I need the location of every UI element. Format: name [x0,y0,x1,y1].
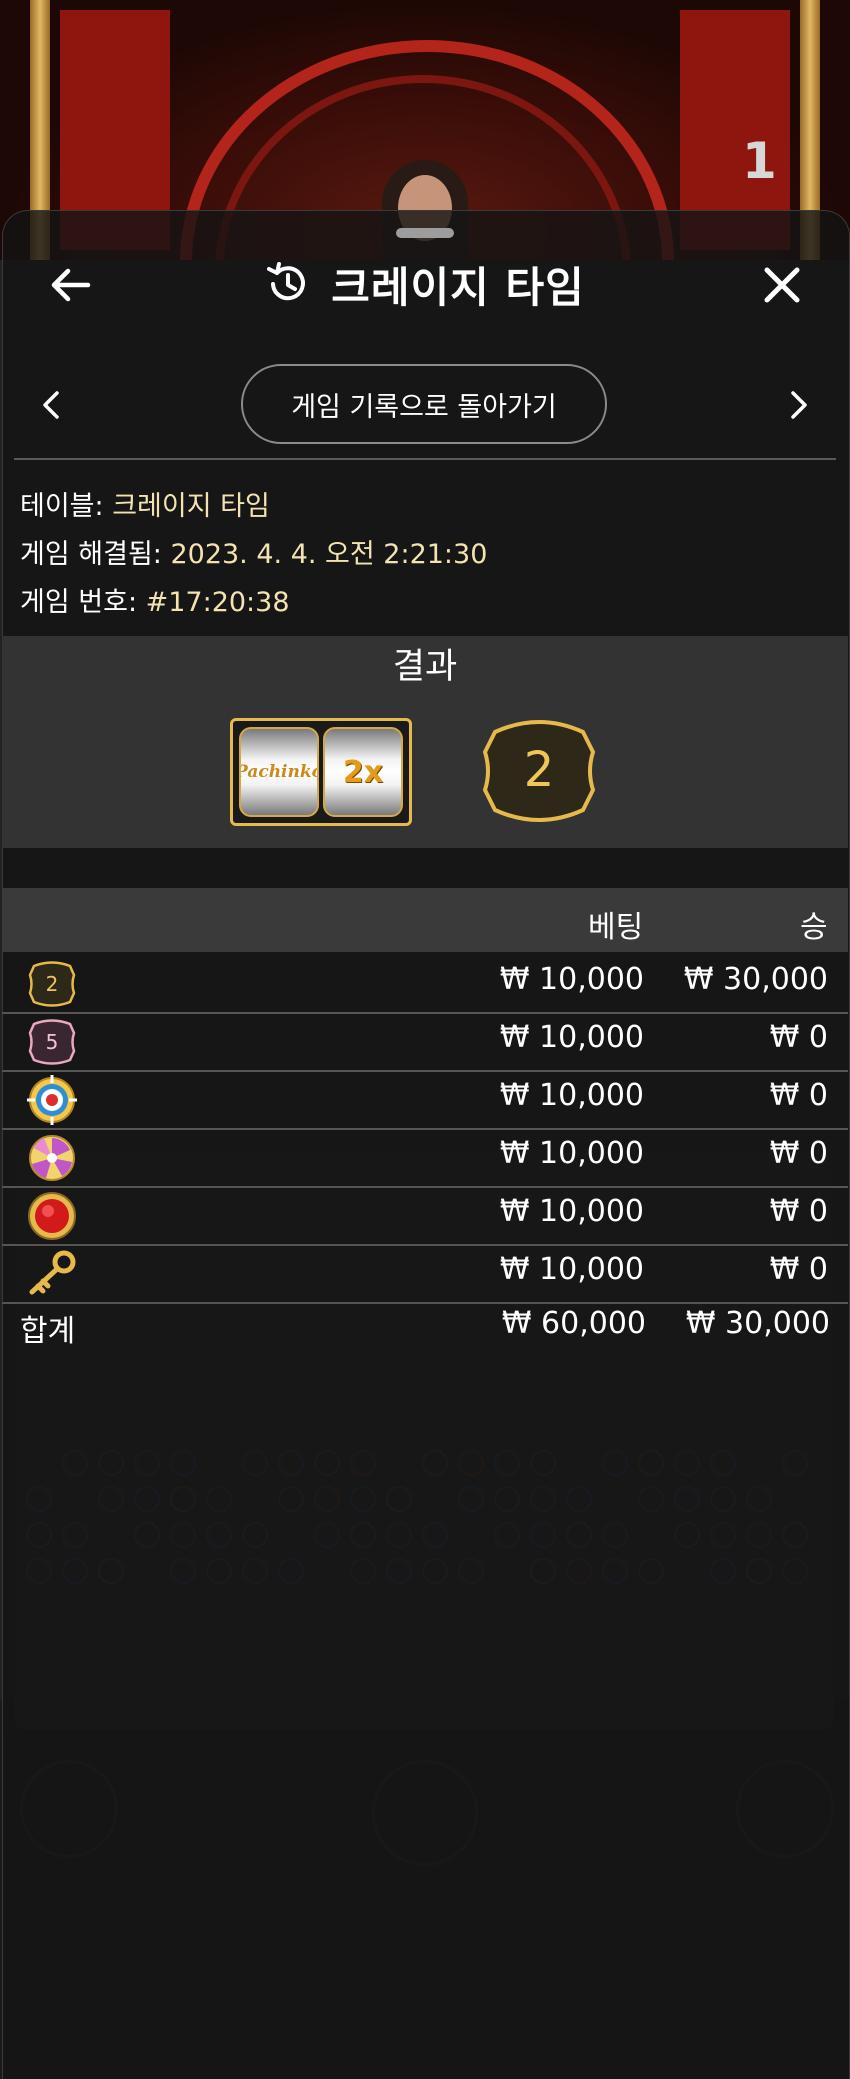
slot-bonus-label: Pachinko [239,762,319,782]
number-2-badge-icon: 2 [28,961,76,1007]
history-icon [267,262,306,301]
total-win-amount: ₩ 30,000 [685,1306,830,1341]
video-corner-number: 1 [742,132,777,190]
win-amount: ₩ 0 [769,1252,828,1287]
result-segment-badge: 2 [482,720,596,822]
bet-row: ₩ 10,000 ₩ 0 [2,1188,848,1246]
result-title: 결과 [392,647,458,687]
info-table: 테이블: 크레이지 타임 [20,484,270,523]
bet-amount: ₩ 10,000 [499,962,644,997]
bet-amount: ₩ 10,000 [499,1252,644,1287]
win-amount: ₩ 0 [769,1194,828,1229]
pachinko-swirl-icon [29,1135,75,1181]
info-resolved-value: 2023. 4. 4. 오전 2:21:30 [170,539,488,570]
slot-multiplier-label: 2x [342,754,384,790]
total-bet-amount: ₩ 60,000 [501,1306,646,1341]
bet-row: ₩ 10,000 ₩ 0 [2,1130,848,1188]
column-header-bet: 베팅 [588,910,644,945]
win-amount: ₩ 30,000 [683,962,828,997]
bet-amount: ₩ 10,000 [499,1136,644,1171]
close-button[interactable] [752,258,812,312]
page-title: 크레이지 타임 [331,262,585,312]
svg-text:2: 2 [46,972,59,996]
bet-row: ₩ 10,000 ₩ 0 [2,1072,848,1130]
golden-key-icon [29,1250,76,1295]
sheet-drag-handle[interactable] [396,228,454,238]
chevron-right-icon [791,391,807,419]
win-amount: ₩ 0 [769,1136,828,1171]
win-amount: ₩ 0 [769,1078,828,1113]
slot-reel-multiplier: 2x [323,727,403,817]
bet-row: 5 ₩ 10,000 ₩ 0 [2,1014,848,1072]
back-to-history-button[interactable]: 게임 기록으로 돌아가기 [241,364,607,444]
bet-amount: ₩ 10,000 [499,1194,644,1229]
result-segment-value: 2 [524,742,555,798]
info-table-label: 테이블: [20,491,113,522]
next-game-button[interactable] [776,380,822,430]
crazy-time-red-button-icon [28,1192,76,1240]
divider [14,458,836,460]
bet-row: 2 ₩ 10,000 ₩ 30,000 [2,956,848,1014]
bets-table-header [2,888,848,952]
info-resolved-label: 게임 해결됨: [20,539,171,570]
info-number-value: #17:20:38 [145,587,290,618]
info-number-label: 게임 번호: [20,587,146,618]
info-resolved: 게임 해결됨: 2023. 4. 4. 오전 2:21:30 [20,532,487,571]
column-header-win: 승 [800,910,828,945]
bet-amount: ₩ 10,000 [499,1078,644,1113]
slot-reel-bonus: Pachinko [239,727,319,817]
total-label: 합계 [20,1314,76,1349]
info-table-value: 크레이지 타임 [112,491,270,522]
top-slot-result: Pachinko 2x [230,718,412,826]
svg-text:5: 5 [46,1030,59,1054]
sheet-header: 크레이지 타임 [0,252,850,316]
info-game-number: 게임 번호: #17:20:38 [20,580,290,619]
cash-hunt-target-icon [27,1075,77,1125]
previous-game-button[interactable] [28,380,74,430]
bet-amount: ₩ 10,000 [499,1020,644,1055]
bet-row: ₩ 10,000 ₩ 0 [2,1246,848,1304]
win-amount: ₩ 0 [769,1020,828,1055]
close-icon [764,267,800,303]
number-5-badge-icon: 5 [28,1019,76,1065]
chevron-left-icon [43,391,59,419]
